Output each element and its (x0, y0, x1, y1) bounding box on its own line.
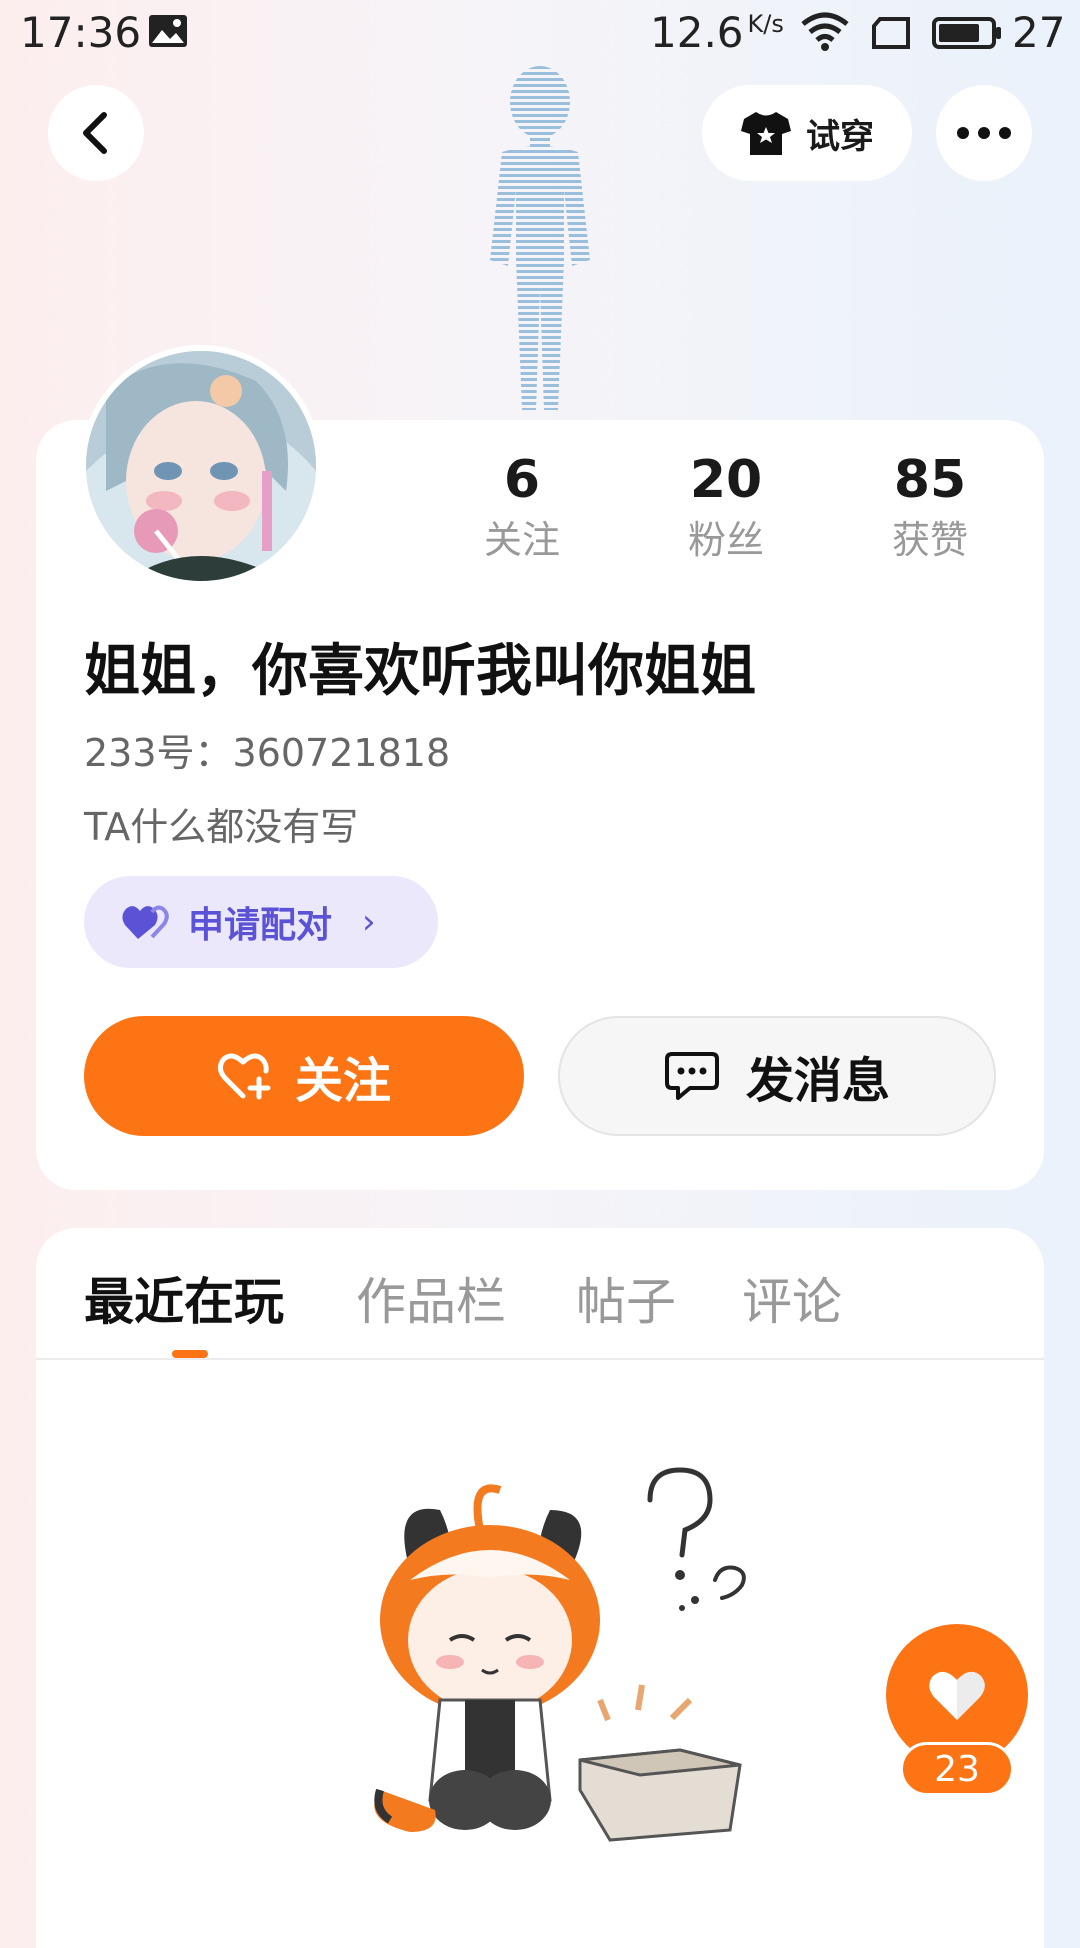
back-button[interactable] (48, 85, 144, 181)
stat-value: 20 (689, 450, 763, 510)
chat-bubble-icon (664, 1052, 719, 1100)
avatar-3d-figure (490, 66, 590, 410)
tab-works[interactable]: 作品栏 (356, 1262, 506, 1334)
try-on-label: 试穿 (806, 116, 874, 157)
stat-label: 粉丝 (687, 518, 764, 562)
chevron-left-icon (83, 112, 107, 154)
more-options-button[interactable] (936, 85, 1032, 181)
like-count-badge: 23 (900, 1742, 1014, 1796)
pair-request-button[interactable]: 申请配对 › (84, 876, 438, 968)
battery-icon (932, 17, 1001, 49)
stat-label: 获赞 (891, 518, 968, 562)
stat-value: 85 (893, 450, 967, 510)
heart-icon (929, 1671, 985, 1720)
stat-followers[interactable]: 20 粉丝 (646, 448, 806, 568)
status-bar: 17:36 12.6 K/s 27 (0, 0, 1080, 66)
tab-recently-played[interactable]: 最近在玩 (84, 1262, 284, 1334)
pair-request-label: 申请配对 (188, 905, 333, 946)
user-id: 233号：360721818 (84, 731, 451, 775)
avatar-image (86, 351, 316, 581)
tshirt-icon (741, 112, 791, 155)
stat-likes[interactable]: 85 获赞 (850, 448, 1010, 568)
network-speed: 12.6 K/s (650, 8, 784, 57)
send-message-label: 发消息 (745, 1053, 890, 1109)
sim-icon (872, 17, 910, 49)
username: 姐姐，你喜欢听我叫你姐姐 (84, 639, 756, 704)
send-message-button[interactable]: 发消息 (558, 1016, 996, 1136)
stat-following[interactable]: 6 关注 (442, 448, 602, 568)
heart-plus-icon (217, 1053, 271, 1100)
avatar[interactable] (80, 345, 322, 587)
tab-divider (36, 1358, 1044, 1360)
stat-label: 关注 (483, 518, 560, 562)
status-time: 17:36 (20, 8, 142, 57)
active-tab-indicator (172, 1350, 208, 1358)
try-on-button[interactable]: 试穿 (702, 85, 912, 181)
chevron-right-icon: › (362, 902, 376, 942)
follow-label: 关注 (294, 1053, 391, 1109)
tab-comments[interactable]: 评论 (742, 1262, 842, 1334)
follow-button[interactable]: 关注 (84, 1016, 524, 1136)
bio-text: TA什么都没有写 (84, 805, 359, 849)
battery-level: 27 (1012, 8, 1066, 57)
double-heart-icon (122, 905, 169, 939)
empty-state-illustration (374, 1467, 746, 1842)
gallery-icon (149, 15, 187, 47)
wifi-icon (801, 12, 849, 51)
tab-posts[interactable]: 帖子 (576, 1262, 676, 1334)
stat-value: 6 (503, 450, 541, 510)
more-dots-icon (957, 127, 1011, 139)
